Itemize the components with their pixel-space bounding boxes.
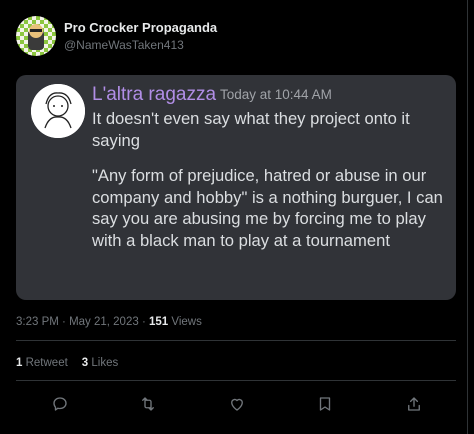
message-timestamp: Today at 10:44 AM — [220, 87, 332, 102]
message-paragraph-1: It doesn't even say what they project on… — [92, 109, 410, 150]
views-label: Views — [171, 316, 202, 328]
author-avatar[interactable] — [16, 16, 56, 56]
reply-icon — [53, 397, 67, 411]
divider — [16, 340, 456, 341]
like-icon — [231, 398, 243, 411]
reply-button[interactable] — [49, 393, 71, 415]
share-icon — [408, 397, 420, 411]
divider — [16, 380, 456, 381]
retweets-label: Retweet — [25, 357, 68, 369]
tweet-time[interactable]: 3:23 PM — [16, 316, 59, 328]
tweet-actions — [0, 393, 474, 415]
bookmark-button[interactable] — [314, 393, 336, 415]
tweet-stats: 1 Retweet 3 Likes — [16, 357, 118, 369]
timeline-border — [467, 0, 468, 434]
share-button[interactable] — [403, 393, 425, 415]
author-handle[interactable]: @NameWasTaken413 — [64, 37, 217, 53]
like-button[interactable] — [226, 393, 248, 415]
tweet-header: Pro Crocker Propaganda @NameWasTaken413 — [16, 16, 217, 56]
message-paragraph-2: "Any form of prejudice, hatred or abuse … — [92, 166, 443, 250]
meta-separator: · — [141, 316, 149, 328]
retweets-count: 1 — [16, 357, 23, 369]
retweet-icon — [142, 397, 154, 411]
retweets-stat[interactable]: 1 Retweet — [16, 357, 68, 369]
author-display-name[interactable]: Pro Crocker Propaganda — [64, 20, 217, 36]
message-author-avatar — [31, 84, 85, 138]
likes-count: 3 — [81, 357, 89, 369]
views-count: 151 — [148, 316, 169, 328]
message-body: It doesn't even say what they project on… — [92, 108, 448, 265]
bookmark-icon — [319, 397, 331, 411]
embedded-message-card[interactable]: L'altra ragazza Today at 10:44 AM It doe… — [16, 75, 456, 300]
message-author-name: L'altra ragazza — [92, 84, 217, 105]
retweet-button[interactable] — [137, 393, 159, 415]
tweet-meta: 3:23 PM · May 21, 2023 · 151 Views — [16, 316, 202, 328]
meta-separator: · — [62, 316, 70, 328]
likes-stat[interactable]: 3 Likes — [82, 357, 118, 369]
tweet-date[interactable]: May 21, 2023 — [69, 316, 139, 328]
likes-label: Likes — [91, 357, 119, 369]
